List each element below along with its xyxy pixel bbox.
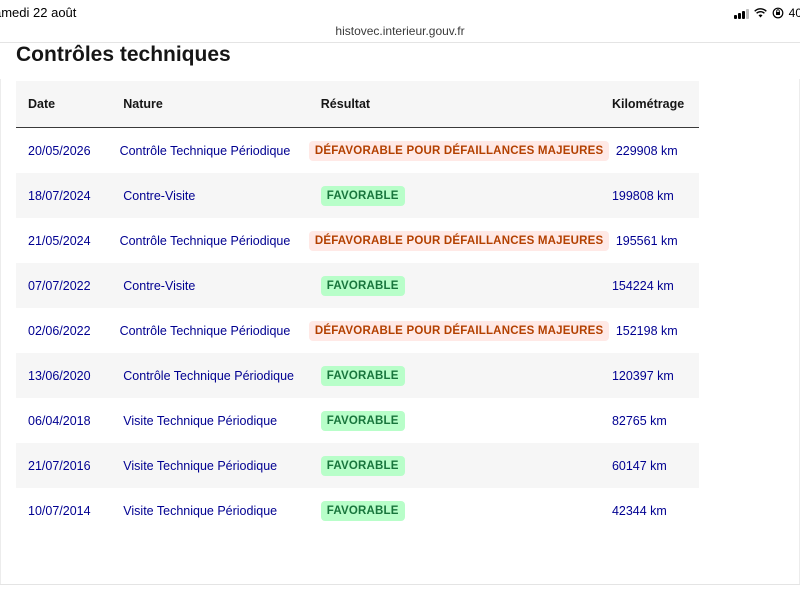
inspection-date: 21/07/2016 <box>28 458 91 473</box>
status-bar: amedi 22 août 40 <box>0 0 800 24</box>
inspection-mileage: 42344 km <box>611 503 667 518</box>
inspection-nature: Contrôle Technique Périodique <box>119 143 291 158</box>
inspection-mileage: 199808 km <box>611 188 674 203</box>
inspection-result: FAVORABLE <box>309 275 600 296</box>
cellular-signal-icon <box>733 8 749 19</box>
table-row: 02/06/2022 Contrôle Technique Périodique D… <box>16 308 699 353</box>
table-row: 21/05/2024 Contrôle Technique Périodique D… <box>16 218 699 263</box>
inspection-nature: Contre-Visite <box>123 188 196 203</box>
inspection-result: FAVORABLE <box>309 365 600 386</box>
status-badge: FAVORABLE <box>320 500 405 521</box>
inspection-result: FAVORABLE <box>309 500 600 521</box>
inspection-result: FAVORABLE <box>309 185 600 206</box>
inspection-mileage: 195561 km <box>615 233 678 248</box>
table-row: 10/07/2014 Visite Technique Périodique FAV… <box>16 488 699 533</box>
status-badge: DÉFAVORABLE POUR DÉFAILLANCES MAJEURES <box>308 140 610 161</box>
table-row: 13/06/2020 Contrôle Technique Périodique F… <box>16 353 699 398</box>
inspection-date: 02/06/2022 <box>28 323 91 338</box>
inspection-mileage: 82765 km <box>611 413 667 428</box>
status-icons: 40 <box>733 6 800 20</box>
inspection-result: FAVORABLE <box>309 410 600 431</box>
table-row: 20/05/2026 Contrôle Technique Périodique D… <box>16 128 699 173</box>
column-header-nature: Nature <box>123 97 163 111</box>
status-badge: FAVORABLE <box>320 365 405 386</box>
inspection-nature: Contrôle Technique Périodique <box>119 233 291 248</box>
status-time: amedi 22 août <box>0 5 77 20</box>
status-badge: FAVORABLE <box>320 455 405 476</box>
inspection-date: 21/05/2024 <box>28 233 91 248</box>
status-badge: DÉFAVORABLE POUR DÉFAILLANCES MAJEURES <box>308 230 610 251</box>
status-badge: FAVORABLE <box>320 410 405 431</box>
battery-percentage: 40 <box>788 6 800 20</box>
inspection-mileage: 120397 km <box>611 368 674 383</box>
divider <box>0 584 800 585</box>
inspection-mileage: 60147 km <box>611 458 667 473</box>
inspection-mileage: 152198 km <box>615 323 678 338</box>
inspection-nature: Contre-Visite <box>123 278 196 293</box>
inspection-date: 20/05/2026 <box>28 143 91 158</box>
inspection-result: DÉFAVORABLE POUR DÉFAILLANCES MAJEURES <box>297 230 610 251</box>
inspection-nature: Contrôle Technique Périodique <box>123 368 295 383</box>
page-title: Contrôles techniques <box>16 43 231 66</box>
column-header-mileage: Kilométrage <box>611 97 685 111</box>
table-row: 21/07/2016 Visite Technique Périodique FAV… <box>16 443 699 488</box>
wifi-icon <box>753 8 767 18</box>
inspection-nature: Contrôle Technique Périodique <box>119 323 291 338</box>
inspection-result: DÉFAVORABLE POUR DÉFAILLANCES MAJEURES <box>297 140 610 161</box>
inspection-result: DÉFAVORABLE POUR DÉFAILLANCES MAJEURES <box>297 320 610 341</box>
column-header-date: Date <box>28 97 56 111</box>
url-bar[interactable]: histovec.interieur.gouv.fr <box>0 22 800 43</box>
inspection-nature: Visite Technique Périodique <box>123 458 278 473</box>
technical-inspections-table: Date Nature Résultat Kilométrage 20/05/2… <box>16 81 699 533</box>
status-badge: FAVORABLE <box>320 275 405 296</box>
screen-lock-rotation-icon <box>772 7 784 19</box>
column-header-result: Résultat <box>320 97 371 111</box>
inspection-date: 06/04/2018 <box>28 413 91 428</box>
inspection-result: FAVORABLE <box>309 455 600 476</box>
inspection-date: 10/07/2014 <box>28 503 91 518</box>
inspection-date: 07/07/2022 <box>28 278 91 293</box>
table-row: 07/07/2022 Contre-Visite FAVORABLE 154224 k… <box>16 263 699 308</box>
inspection-nature: Visite Technique Périodique <box>123 413 278 428</box>
status-badge: FAVORABLE <box>320 185 405 206</box>
inspection-date: 18/07/2024 <box>28 188 91 203</box>
inspection-date: 13/06/2020 <box>28 368 91 383</box>
table-header-row: Date Nature Résultat Kilométrage <box>16 81 699 128</box>
table-row: 06/04/2018 Visite Technique Périodique FAV… <box>16 398 699 443</box>
table-body: 20/05/2026 Contrôle Technique Périodique D… <box>16 128 699 533</box>
status-badge: DÉFAVORABLE POUR DÉFAILLANCES MAJEURES <box>308 320 610 341</box>
inspection-mileage: 229908 km <box>615 143 678 158</box>
inspection-mileage: 154224 km <box>611 278 674 293</box>
inspection-nature: Visite Technique Périodique <box>123 503 278 518</box>
url-text[interactable]: histovec.interieur.gouv.fr <box>335 22 464 38</box>
table-row: 18/07/2024 Contre-Visite FAVORABLE 199808 k… <box>16 173 699 218</box>
page-content: Contrôles techniques Date Nature Résulta… <box>0 43 800 600</box>
